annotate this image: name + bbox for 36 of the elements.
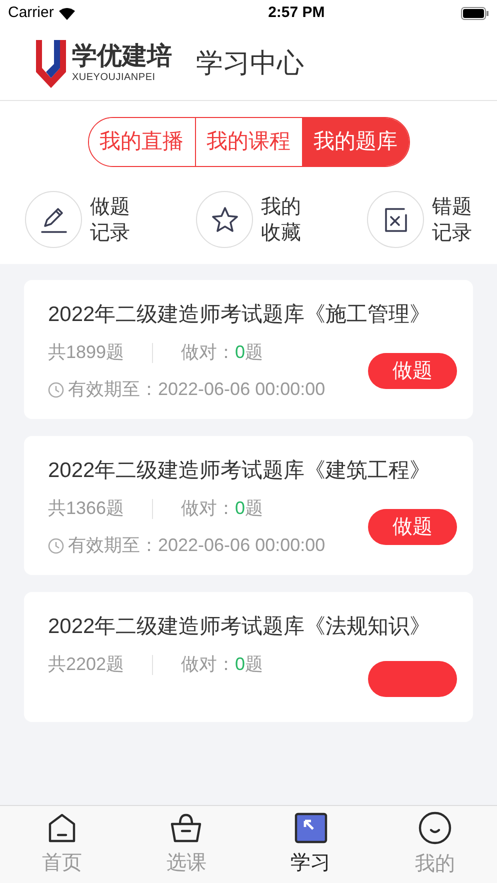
segment-tab[interactable]: 我的题库 xyxy=(302,118,408,166)
expiry-date: 有效期至：2022-06-06 00:00:00 xyxy=(68,534,326,557)
practice-button[interactable] xyxy=(368,661,457,697)
card-title: 2022年二级建造师考试题库《建筑工程》 xyxy=(48,458,432,484)
shield-logo-icon xyxy=(34,38,68,90)
correct-count: 做对：0题 xyxy=(181,497,264,520)
smiley-icon xyxy=(418,810,452,844)
tab-bar-item[interactable]: 选课 xyxy=(124,806,248,883)
basket-icon xyxy=(169,812,204,844)
practice-button[interactable]: 做题 xyxy=(368,353,457,389)
clock-icon xyxy=(48,538,64,554)
correct-count: 做对：0题 xyxy=(181,341,264,364)
card-title: 2022年二级建造师考试题库《施工管理》 xyxy=(48,302,432,328)
tab-bar-item[interactable]: 首页 xyxy=(0,806,124,883)
status-time: 2:57 PM xyxy=(268,3,325,24)
carrier-text: Carrier xyxy=(8,3,54,24)
question-count: 共1366题 xyxy=(48,497,124,520)
wifi-icon xyxy=(58,7,76,20)
star-icon xyxy=(210,204,240,234)
correct-count: 做对：0题 xyxy=(181,653,264,676)
crossed-box-icon xyxy=(382,206,408,234)
practice-button[interactable]: 做题 xyxy=(368,509,457,545)
logo-text: 学优建培 xyxy=(72,44,172,69)
card-title: 2022年二级建造师考试题库《法规知识》 xyxy=(48,614,432,640)
house-icon xyxy=(47,812,78,844)
clock-icon xyxy=(48,382,64,398)
pencil-icon xyxy=(40,206,68,234)
question-count: 共2202题 xyxy=(48,653,124,676)
page-title: 学习中心 xyxy=(196,47,304,80)
battery-icon xyxy=(460,7,489,20)
question-count: 共1899题 xyxy=(48,341,124,364)
tab-bar-item[interactable]: 我的 xyxy=(372,806,497,883)
logo-subtext: XUEYOUJIANPEI xyxy=(72,73,156,83)
expiry-date: 有效期至：2022-06-06 00:00:00 xyxy=(68,378,326,401)
book-icon xyxy=(294,812,328,844)
tab-bar-item[interactable]: 学习 xyxy=(248,806,373,883)
